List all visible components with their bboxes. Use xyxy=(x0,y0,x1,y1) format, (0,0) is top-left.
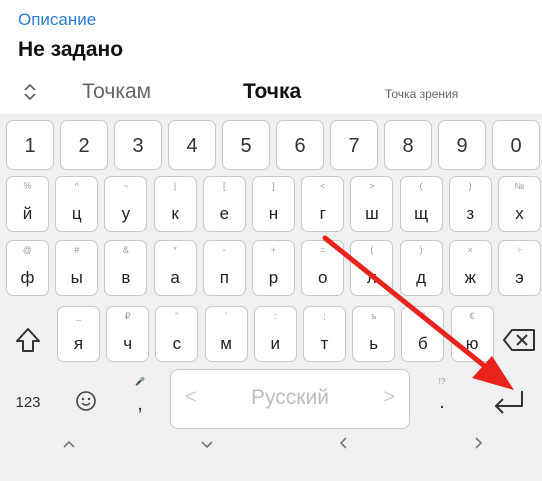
red-arrow-annotation xyxy=(322,235,514,390)
